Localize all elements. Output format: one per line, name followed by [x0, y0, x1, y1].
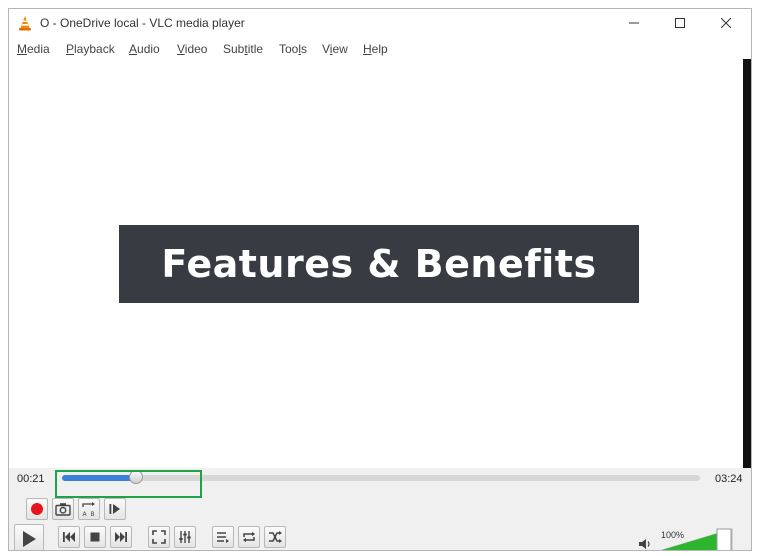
- svg-text:A: A: [83, 511, 88, 517]
- menu-tools[interactable]: Tools: [279, 42, 307, 56]
- playlist-button[interactable]: [212, 526, 234, 548]
- shuffle-button[interactable]: [264, 526, 286, 548]
- close-button[interactable]: [703, 9, 749, 37]
- close-icon: [721, 18, 731, 28]
- loop-button[interactable]: [238, 526, 260, 548]
- ab-loop-icon: AB: [82, 502, 95, 517]
- vlc-window: O - OneDrive local - VLC media player Me…: [8, 8, 752, 551]
- extended-settings-button[interactable]: [174, 526, 196, 548]
- elapsed-time: 00:21: [17, 473, 45, 485]
- stop-icon: [90, 532, 100, 542]
- repeat-icon: [243, 531, 255, 543]
- menu-subtitle[interactable]: Subtitle: [223, 42, 263, 56]
- record-button[interactable]: [26, 498, 48, 520]
- title-banner: Features & Benefits: [119, 225, 639, 303]
- controls-panel: 00:21 03:24 AB 100%: [9, 468, 751, 550]
- previous-button[interactable]: [58, 526, 80, 548]
- frame-step-icon: [109, 504, 120, 514]
- menu-playback[interactable]: Playback: [66, 42, 115, 56]
- seek-highlight-box: [55, 470, 202, 498]
- svg-text:B: B: [91, 511, 95, 517]
- maximize-icon: [675, 18, 685, 28]
- shuffle-icon: [269, 531, 282, 543]
- menu-bar: Media Playback Audio Video Subtitle Tool…: [9, 37, 751, 59]
- minimize-button[interactable]: [611, 9, 657, 37]
- total-time: 03:24: [715, 473, 743, 485]
- volume-slider[interactable]: [659, 528, 733, 551]
- menu-media[interactable]: Media: [17, 42, 50, 56]
- menu-view[interactable]: View: [322, 42, 348, 56]
- speaker-icon[interactable]: [638, 538, 652, 550]
- menu-audio[interactable]: Audio: [129, 42, 160, 56]
- frame-by-frame-button[interactable]: [104, 498, 126, 520]
- playlist-icon: [217, 532, 229, 543]
- fullscreen-icon: [152, 530, 166, 544]
- title-bar: O - OneDrive local - VLC media player: [9, 9, 751, 37]
- snapshot-button[interactable]: [52, 498, 74, 520]
- play-icon: [23, 531, 36, 547]
- fullscreen-button[interactable]: [148, 526, 170, 548]
- play-button[interactable]: [14, 524, 44, 550]
- menu-help[interactable]: Help: [363, 42, 388, 56]
- skip-previous-icon: [63, 532, 75, 542]
- vlc-cone-icon: [19, 16, 31, 31]
- video-edge: [743, 59, 751, 468]
- skip-next-icon: [115, 532, 127, 542]
- video-area[interactable]: Features & Benefits: [9, 59, 743, 468]
- camera-icon: [55, 503, 71, 516]
- record-icon: [31, 503, 43, 515]
- ab-loop-button[interactable]: AB: [78, 498, 100, 520]
- minimize-icon: [629, 22, 639, 24]
- maximize-button[interactable]: [657, 9, 703, 37]
- next-button[interactable]: [110, 526, 132, 548]
- banner-text: Features & Benefits: [161, 242, 597, 286]
- equalizer-icon: [179, 531, 191, 543]
- stop-button[interactable]: [84, 526, 106, 548]
- window-title: O - OneDrive local - VLC media player: [40, 16, 245, 30]
- menu-video[interactable]: Video: [177, 42, 207, 56]
